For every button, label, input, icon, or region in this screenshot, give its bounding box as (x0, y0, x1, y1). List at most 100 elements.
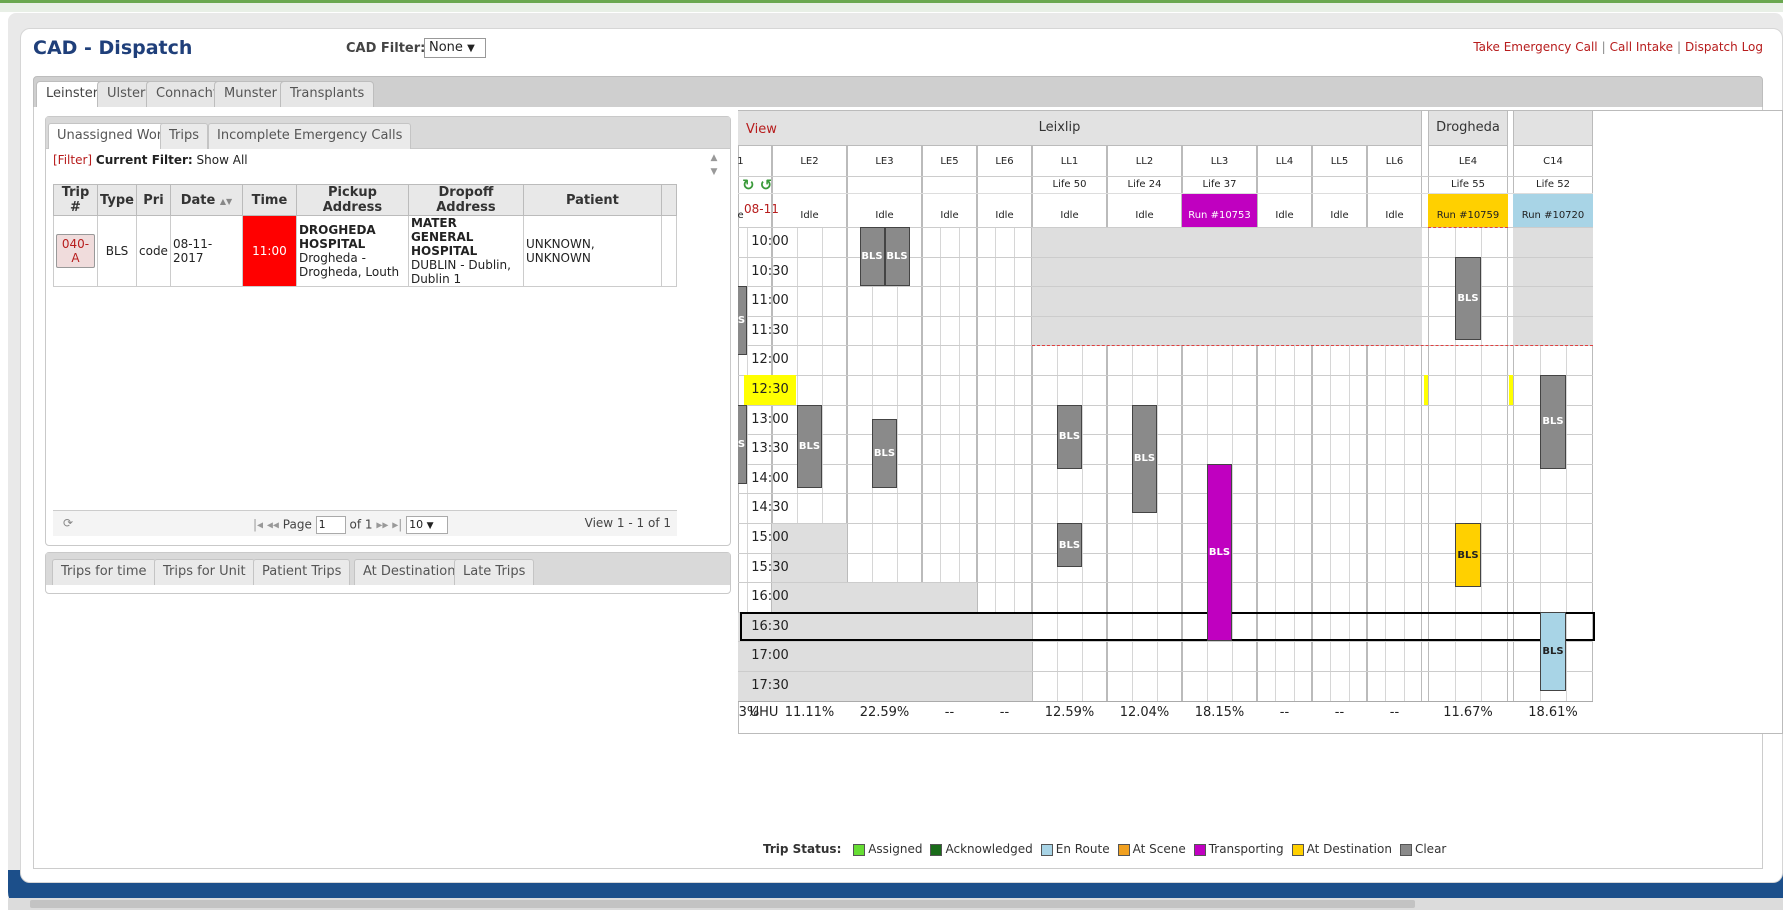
tab-patient-trips[interactable]: Patient Trips (253, 559, 351, 585)
unit-status-le6[interactable]: Idle (977, 193, 1032, 227)
unit-status-le3[interactable]: Idle (847, 193, 922, 227)
utilization-ll3: 18.15% (1194, 704, 1245, 720)
time-label: 15:30 (751, 559, 789, 575)
scrollbar-thumb[interactable] (30, 900, 1415, 908)
next-page-icon[interactable]: ▸▸ (376, 518, 388, 532)
time-row-line (738, 493, 1593, 495)
col-pickup[interactable]: Pickup Address (295, 184, 409, 216)
sort-icon: ▲▼ (219, 196, 233, 206)
trip-block[interactable]: BLS (1207, 463, 1232, 642)
unit-code-le6[interactable]: LE6 (977, 147, 1032, 177)
time-label: 14:30 (751, 500, 789, 516)
trip-status-legend: Trip Status: Assigned Acknowledged En Rout… (763, 842, 1446, 856)
col-trip[interactable]: Trip # (53, 184, 98, 216)
trip-block[interactable]: BLS (1454, 523, 1482, 588)
col-time[interactable]: Time (241, 184, 297, 216)
unit-code-le5[interactable]: LE5 (922, 147, 977, 177)
rows-per-page-select[interactable]: 10 ▼ (406, 516, 449, 534)
col-dropoff[interactable]: Dropoff Address (407, 184, 524, 216)
tab-at-destination[interactable]: At Destination (354, 559, 465, 585)
unit-code-le1[interactable]: LE1 (738, 147, 772, 177)
unit-status-ll4[interactable]: Idle (1257, 193, 1312, 227)
unit-status-le2[interactable]: Idle (772, 193, 847, 227)
trip-block[interactable]: BLS (1057, 404, 1082, 469)
prev-page-icon[interactable]: ◂◂ (267, 518, 279, 532)
dispatch-log-link[interactable]: Dispatch Log (1685, 40, 1763, 54)
unit-vehicle-ll3: Life 37 (1202, 179, 1237, 190)
unit-status-ll2[interactable]: Idle (1107, 193, 1182, 227)
refresh-icon[interactable]: ⟳ (63, 516, 73, 530)
tab-trips-for-unit[interactable]: Trips for Unit (154, 559, 255, 585)
tab-late-trips[interactable]: Late Trips (454, 559, 535, 585)
unit-status-le1[interactable]: Idle (738, 193, 772, 227)
unit-code-ll3[interactable]: LL3 (1182, 147, 1257, 177)
unit-status-ll6[interactable]: Idle (1367, 193, 1422, 227)
trip-block[interactable]: BLS (872, 419, 897, 489)
trips-panel: Trips for time Trips for Unit Patient Tr… (45, 552, 731, 594)
trip-block[interactable]: BLS (1539, 611, 1567, 691)
cad-filter-select[interactable]: None ▼ (424, 38, 486, 58)
col-date[interactable]: Date ▲▼ (169, 184, 243, 216)
legend-swatch (930, 843, 943, 856)
unit-schedule: LeixlipDroghedaView↻ ↺08-11LE1Idle15.13%… (738, 110, 1783, 866)
unit-status-ll1[interactable]: Idle (1032, 193, 1107, 227)
col-patient[interactable]: Patient (522, 184, 662, 216)
first-page-icon[interactable]: |◂ (253, 518, 263, 532)
unit-code-le4[interactable]: LE4 (1428, 147, 1508, 177)
scroll-arrows-icon[interactable]: ▲ ▼ (706, 151, 722, 181)
tab-transplants[interactable]: Transplants (280, 81, 375, 107)
tab-munster[interactable]: Munster (214, 81, 287, 107)
unit-code-c14[interactable]: C14 (1513, 147, 1593, 177)
unit-code-ll1[interactable]: LL1 (1032, 147, 1107, 177)
table-header-row: Trip # Type Pri Date ▲▼ Time Pickup Addr… (53, 184, 678, 216)
time-row-line (738, 641, 1593, 643)
top-links: Take Emergency Call | Call Intake | Dispatch… (1473, 40, 1763, 54)
unit-code-ll5[interactable]: LL5 (1312, 147, 1367, 177)
unit-status-c14[interactable]: Run #10720 (1513, 193, 1593, 227)
trip-block[interactable]: BLS (738, 404, 747, 484)
now-dashed-line (1428, 227, 1508, 228)
take-emergency-call-link[interactable]: Take Emergency Call (1473, 40, 1597, 54)
trip-block[interactable]: BLS (1132, 404, 1157, 514)
unit-status-ll3[interactable]: Run #10753 (1182, 193, 1257, 227)
link-separator: | (1677, 40, 1682, 54)
page-count: of 1 (349, 517, 373, 532)
trip-block[interactable]: BLS (738, 286, 747, 356)
page-input[interactable]: 1 (315, 516, 346, 534)
trip-block[interactable]: BLS (1454, 256, 1482, 341)
unit-status-le5[interactable]: Idle (922, 193, 977, 227)
unit-code-ll4[interactable]: LL4 (1257, 147, 1312, 177)
trip-block[interactable]: BLS (884, 227, 910, 287)
unit-code-le2[interactable]: LE2 (772, 147, 847, 177)
call-intake-link[interactable]: Call Intake (1610, 40, 1673, 54)
trip-block[interactable]: BLS (1057, 523, 1082, 568)
trip-block[interactable]: BLS (797, 404, 822, 489)
unit-code-le3[interactable]: LE3 (847, 147, 922, 177)
pickup-name: DROGHEDA HOSPITAL (298, 223, 376, 251)
filter-link[interactable]: [Filter] (53, 153, 92, 167)
unit-status-ll5[interactable]: Idle (1312, 193, 1367, 227)
trip-block[interactable]: BLS (859, 227, 885, 287)
tab-trips-for-time[interactable]: Trips for time (52, 559, 156, 585)
pri-cell: code (136, 215, 171, 287)
col-date-label: Date (180, 192, 216, 208)
tab-incomplete-emergency-calls[interactable]: Incomplete Emergency Calls (208, 123, 412, 149)
utilization-le5: -- (944, 704, 955, 720)
view-link[interactable]: View (746, 112, 786, 148)
trip-block[interactable]: BLS (1539, 375, 1567, 469)
selected-time-row[interactable] (740, 611, 1595, 642)
last-page-icon[interactable]: ▸| (392, 518, 402, 532)
legend-title: Trip Status: (763, 842, 842, 856)
legend-label: Clear (1414, 842, 1447, 856)
col-type[interactable]: Type (97, 184, 137, 216)
unit-code-ll6[interactable]: LL6 (1367, 147, 1422, 177)
tab-trips[interactable]: Trips (160, 123, 209, 149)
col-pri[interactable]: Pri (136, 184, 171, 216)
link-separator: | (1601, 40, 1606, 54)
pickup-address: Drogheda - Drogheda, Louth (298, 251, 400, 279)
trip-button[interactable]: 040-A (56, 234, 95, 268)
unit-code-ll2[interactable]: LL2 (1107, 147, 1182, 177)
unit-status-le4[interactable]: Run #10759 (1428, 193, 1508, 227)
dropoff-name: MATER GENERAL HOSPITAL (410, 216, 478, 258)
table-row[interactable]: 040-A BLS code 08-11-2017 11:00 DROGHEDA… (53, 215, 678, 287)
